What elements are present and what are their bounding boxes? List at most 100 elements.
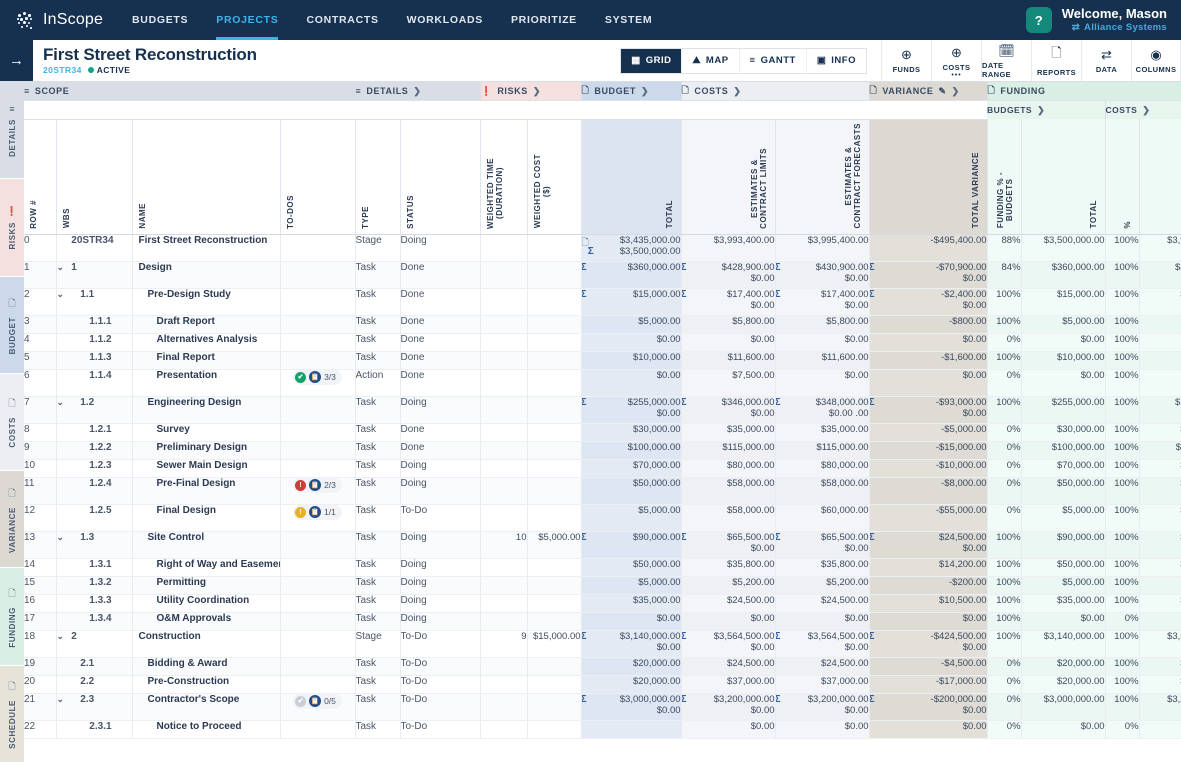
cell-type[interactable]: Task bbox=[355, 459, 400, 477]
cell-funding-pct-budgets[interactable]: 100% bbox=[987, 576, 1021, 594]
cell-type[interactable]: Task bbox=[355, 315, 400, 333]
cell-funding-cost-total[interactable]: $80,000.0 bbox=[1139, 459, 1181, 477]
cell-budget-total[interactable]: $20,000.00 bbox=[581, 675, 681, 693]
cell-funding-cost-total[interactable]: $35,800.0 bbox=[1139, 558, 1181, 576]
cell-cost_limits[interactable]: Σ$428,900.00$0.00 bbox=[681, 261, 775, 288]
group-header-details[interactable]: ≡ DETAILS ❯ bbox=[355, 82, 480, 101]
cell-funding-budget-total[interactable]: $90,000.00 bbox=[1021, 531, 1105, 558]
cell-funding-budget-total[interactable]: $70,000.00 bbox=[1021, 459, 1105, 477]
cell-budget-total[interactable]: $5,000.00 bbox=[581, 315, 681, 333]
cell-cost_limits[interactable]: $58,000.00 bbox=[681, 477, 775, 504]
cell-weighted-cost[interactable] bbox=[527, 459, 581, 477]
cell-variance-total[interactable]: -$800.00 bbox=[869, 315, 987, 333]
cell-funding-pct[interactable]: 100% bbox=[1105, 459, 1139, 477]
cell-status[interactable]: Done bbox=[400, 333, 480, 351]
cell-weighted-time[interactable] bbox=[480, 315, 527, 333]
column-header-row[interactable]: ROW # bbox=[24, 119, 56, 234]
cell-funding-cost-total[interactable]: $35,000.0 bbox=[1139, 423, 1181, 441]
cell-cost_limits[interactable]: $35,000.00 bbox=[681, 423, 775, 441]
cell-status[interactable]: To-Do bbox=[400, 630, 480, 657]
row-expander-icon[interactable]: ⌄ bbox=[57, 631, 69, 642]
cell-todos[interactable] bbox=[280, 315, 355, 333]
cell-cost_limits[interactable]: $5,200.00 bbox=[681, 576, 775, 594]
cell-type[interactable]: Task bbox=[355, 423, 400, 441]
cell-funding-pct-budgets[interactable]: 100% bbox=[987, 630, 1021, 657]
cell-budget-total[interactable]: $50,000.00 bbox=[581, 477, 681, 504]
cell-weighted-time[interactable] bbox=[480, 576, 527, 594]
cell-cost_limits[interactable]: $35,800.00 bbox=[681, 558, 775, 576]
cell-type[interactable]: Stage bbox=[355, 234, 400, 261]
cell-cost_limits[interactable]: $5,800.00 bbox=[681, 315, 775, 333]
cell-funding-budget-total[interactable]: $5,000.00 bbox=[1021, 504, 1105, 531]
table-row[interactable]: 21 ⌄ 2.3 Contractor's Scope ✔ 📋 0/5 Task… bbox=[24, 693, 1181, 720]
cell-variance-total[interactable]: Σ -$70,900.00 $0.00 bbox=[869, 261, 987, 288]
cell-funding-pct[interactable]: 100% bbox=[1105, 423, 1139, 441]
cell-funding-pct-budgets[interactable]: 0% bbox=[987, 423, 1021, 441]
cell-weighted-cost[interactable] bbox=[527, 612, 581, 630]
cell-name[interactable]: Pre-Construction bbox=[132, 675, 280, 693]
cell-funding-pct[interactable]: 100% bbox=[1105, 675, 1139, 693]
cell-cost_limits[interactable]: $0.00 bbox=[681, 333, 775, 351]
cell-funding-cost-total[interactable]: $3,200,000.0 bbox=[1139, 693, 1181, 720]
cell-wbs[interactable]: 1.2.1 bbox=[56, 423, 132, 441]
cell-type[interactable]: Task bbox=[355, 396, 400, 423]
table-row[interactable]: 9 1.2.2 Preliminary Design Task Done $10… bbox=[24, 441, 1181, 459]
cell-weighted-time[interactable] bbox=[480, 261, 527, 288]
cell-todos[interactable] bbox=[280, 594, 355, 612]
cell-cost_forecasts[interactable]: $35,800.00 bbox=[775, 558, 869, 576]
cell-cost_forecasts[interactable]: $0.00 bbox=[775, 612, 869, 630]
cell-wbs[interactable]: ⌄ 1.1 bbox=[56, 288, 132, 315]
cell-cost_limits[interactable]: $11,600.00 bbox=[681, 351, 775, 369]
cell-variance-total[interactable]: -$10,000.00 bbox=[869, 459, 987, 477]
chevron-right-icon[interactable]: ❯ bbox=[533, 86, 541, 97]
cell-wbs[interactable]: 2.1 bbox=[56, 657, 132, 675]
cell-status[interactable]: Doing bbox=[400, 594, 480, 612]
cell-name[interactable]: Pre-Final Design bbox=[132, 477, 280, 504]
cell-cost_limits[interactable]: $24,500.00 bbox=[681, 594, 775, 612]
column-header-budget_total[interactable]: TOTAL bbox=[581, 119, 681, 234]
row-expander-icon[interactable]: ⌄ bbox=[57, 397, 69, 408]
todo-badge[interactable]: ! 📋 1/1 bbox=[293, 505, 342, 520]
cell-funding-pct[interactable]: 100% bbox=[1105, 369, 1139, 396]
cell-budget-total[interactable]: 🗋 $3,435,000.00 Σ$3,500,000.00 bbox=[581, 234, 681, 261]
cell-cost_limits[interactable]: Σ$346,000.00$0.00 bbox=[681, 396, 775, 423]
cell-variance-total[interactable]: -$4,500.00 bbox=[869, 657, 987, 675]
todo-badge[interactable]: ✔ 📋 3/3 bbox=[293, 370, 342, 385]
column-header-fund_cost_total[interactable]: FUNDING % -COSTS bbox=[1139, 119, 1181, 234]
cell-funding-budget-total[interactable]: $3,500,000.00 bbox=[1021, 234, 1105, 261]
cell-funding-pct-budgets[interactable]: 0% bbox=[987, 657, 1021, 675]
cell-type[interactable]: Task bbox=[355, 333, 400, 351]
table-row[interactable]: 11 1.2.4 Pre-Final Design ! 📋 2/3 Task D… bbox=[24, 477, 1181, 504]
table-row[interactable]: 10 1.2.3 Sewer Main Design Task Doing $7… bbox=[24, 459, 1181, 477]
cell-funding-pct[interactable]: 100% bbox=[1105, 657, 1139, 675]
cell-funding-cost-total[interactable]: $24,500.0 bbox=[1139, 594, 1181, 612]
cell-funding-budget-total[interactable]: $360,000.00 bbox=[1021, 261, 1105, 288]
cell-name[interactable]: Presentation bbox=[132, 369, 280, 396]
cell-todos[interactable]: ! 📋 2/3 bbox=[280, 477, 355, 504]
cell-wbs[interactable]: 1.1.1 bbox=[56, 315, 132, 333]
cell-status[interactable]: Done bbox=[400, 261, 480, 288]
table-row[interactable]: 12 1.2.5 Final Design ! 📋 1/1 Task To-Do… bbox=[24, 504, 1181, 531]
toolbar-button-costs[interactable]: ⊕ COSTS ••• bbox=[931, 40, 981, 81]
todo-badge[interactable]: ! 📋 2/3 bbox=[293, 478, 342, 493]
cell-type[interactable]: Task bbox=[355, 261, 400, 288]
cell-weighted-time[interactable]: 10 bbox=[480, 531, 527, 558]
cell-variance-total[interactable]: -$8,000.00 bbox=[869, 477, 987, 504]
cell-funding-pct-budgets[interactable]: 100% bbox=[987, 612, 1021, 630]
cell-cost_forecasts[interactable]: $0.00 bbox=[775, 720, 869, 738]
cell-weighted-cost[interactable] bbox=[527, 315, 581, 333]
cell-weighted-cost[interactable] bbox=[527, 441, 581, 459]
table-row[interactable]: 1 ⌄ 1 Design Task Done Σ $360,000.00 Σ$4… bbox=[24, 261, 1181, 288]
cell-funding-budget-total[interactable]: $3,140,000.00 bbox=[1021, 630, 1105, 657]
cell-funding-pct[interactable]: 100% bbox=[1105, 693, 1139, 720]
cell-funding-budget-total[interactable]: $35,000.00 bbox=[1021, 594, 1105, 612]
cell-cost_forecasts[interactable]: $5,200.00 bbox=[775, 576, 869, 594]
cell-name[interactable]: Design bbox=[132, 261, 280, 288]
cell-variance-total[interactable]: $10,500.00 bbox=[869, 594, 987, 612]
cell-funding-pct[interactable]: 0% bbox=[1105, 720, 1139, 738]
cell-wbs[interactable]: ⌄ 2.3 bbox=[56, 693, 132, 720]
cell-weighted-cost[interactable] bbox=[527, 558, 581, 576]
cell-todos[interactable] bbox=[280, 720, 355, 738]
cell-variance-total[interactable]: Σ -$200,000.00 $0.00 bbox=[869, 693, 987, 720]
cell-status[interactable]: To-Do bbox=[400, 504, 480, 531]
